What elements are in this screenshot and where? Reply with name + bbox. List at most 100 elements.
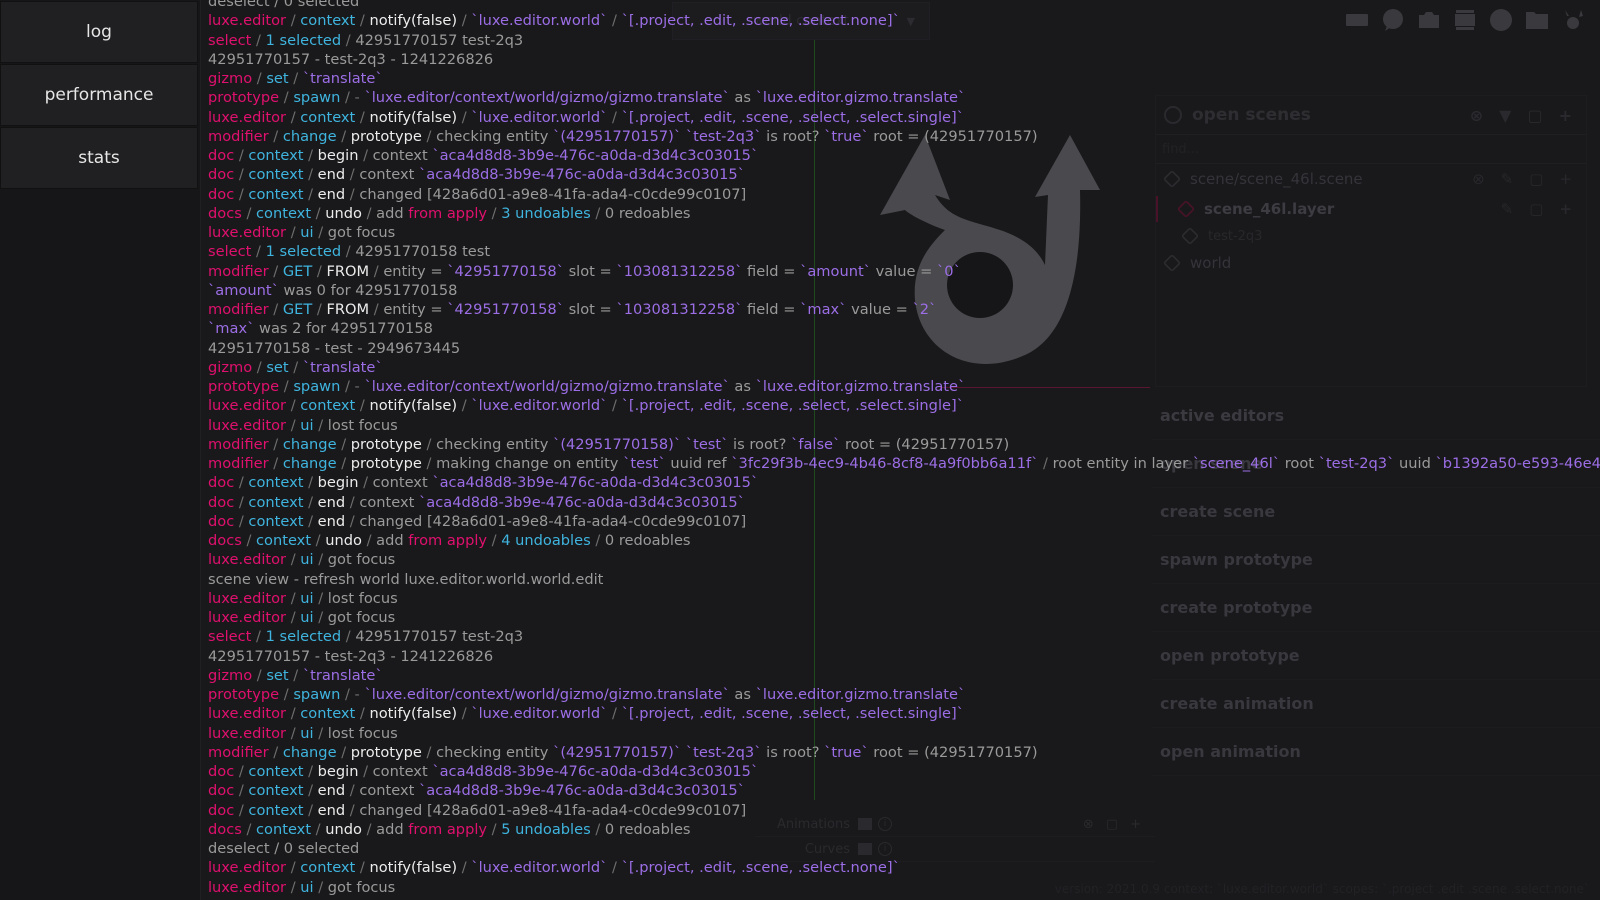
- log-separator: /: [311, 820, 326, 838]
- log-text: changed [428a6d01-a9e8-41fa-ada4-c0cde99…: [359, 185, 747, 203]
- log-separator: /: [361, 204, 377, 222]
- log-line: luxe.editor / context / notify(false) / …: [208, 396, 1600, 415]
- log-line: luxe.editor / context / notify(false) / …: [208, 108, 1600, 127]
- log-tag: luxe.editor: [208, 705, 287, 723]
- log-tag: gizmo: [208, 358, 253, 376]
- log-value: `[.project, .edit, .scene, .select.none]…: [621, 859, 900, 877]
- log-value: `aca4d8d8-3b9e-476c-a0da-d3d4c3c03015`: [432, 147, 759, 164]
- log-subsystem: spawn: [293, 686, 341, 703]
- log-tag: luxe.editor: [208, 397, 287, 415]
- log-value: `2`: [912, 301, 937, 318]
- sidebar-item-performance[interactable]: performance: [0, 64, 198, 126]
- log-separator: /: [241, 532, 257, 549]
- log-line: modifier / GET / FROM / entity = `429517…: [208, 262, 1600, 281]
- log-tag: doc: [208, 763, 235, 780]
- log-subsystem: ui: [300, 551, 314, 569]
- log-separator: /: [241, 204, 257, 222]
- log-separator: /: [421, 435, 437, 453]
- log-subsystem: change: [282, 743, 337, 761]
- log-action: notify(false): [369, 108, 458, 126]
- log-separator: /: [421, 127, 437, 145]
- log-tag: luxe.editor: [208, 878, 287, 896]
- log-subsystem: spawn: [293, 89, 341, 107]
- log-tag: luxe.editor: [208, 609, 287, 626]
- log-subsystem: context: [248, 763, 304, 780]
- log-text: value =: [846, 301, 913, 318]
- log-line: modifier / change / prototype / checking…: [208, 743, 1600, 762]
- log-text: 42951770157 test-2q3: [355, 628, 524, 646]
- log-subsystem: context: [248, 493, 304, 511]
- log-line: luxe.editor / ui / got focus: [208, 550, 1600, 569]
- log-tag: prototype: [208, 89, 280, 107]
- log-text: context: [372, 474, 433, 492]
- log-separator: /: [358, 763, 373, 780]
- log-text: entity =: [383, 301, 448, 318]
- log-separator: /: [313, 724, 328, 742]
- log-separator: /: [457, 705, 472, 723]
- log-tag: docs: [208, 204, 242, 222]
- log-value: `[.project, .edit, .scene, .select, .sel…: [621, 108, 964, 126]
- log-separator: /: [286, 224, 301, 241]
- log-line: luxe.editor / ui / got focus: [208, 223, 1600, 242]
- log-subsystem: change: [282, 435, 337, 453]
- log-text: field =: [742, 301, 801, 318]
- log-separator: /: [336, 743, 351, 761]
- log-tag: doc: [208, 185, 235, 203]
- log-separator: /: [303, 147, 318, 164]
- log-subsystem: change: [282, 127, 337, 145]
- log-subsystem: ui: [300, 609, 314, 626]
- log-separator: /: [345, 782, 360, 800]
- log-text: entity =: [383, 262, 448, 280]
- log-action: end: [317, 185, 346, 203]
- sidebar-item-log[interactable]: log: [0, 1, 198, 63]
- log-separator: /: [286, 878, 301, 896]
- log-value: `translate`: [302, 666, 383, 684]
- log-value: `(42951770157)`: [553, 743, 682, 761]
- log-text: got focus: [327, 224, 396, 241]
- log-separator: /: [279, 686, 294, 703]
- log-line: prototype / spawn / - `luxe.editor/conte…: [208, 685, 1600, 704]
- log-separator: /: [345, 512, 360, 530]
- log-text: field =: [742, 262, 801, 280]
- log-separator: /: [234, 512, 249, 530]
- log-line: modifier / GET / FROM / entity = `429517…: [208, 300, 1600, 319]
- log-text: was 0 for 42951770158: [278, 281, 458, 299]
- log-value: `3fc29f3b-4ec9-4b46-8cf8-4a9f0bb6a11f`: [731, 455, 1039, 472]
- log-subsystem: ui: [300, 589, 314, 607]
- log-action: prototype: [350, 127, 422, 145]
- log-value: `luxe.editor.world`: [471, 108, 608, 126]
- log-line: doc / context / begin / context `aca4d8d…: [208, 762, 1600, 781]
- log-line: luxe.editor / ui / lost focus: [208, 589, 1600, 608]
- sidebar-item-stats[interactable]: stats: [0, 127, 198, 189]
- log-tag: modifier: [208, 743, 269, 761]
- log-action: end: [317, 166, 346, 184]
- log-separator: /: [345, 166, 360, 184]
- log-separator: /: [303, 185, 318, 203]
- log-action: undo: [325, 204, 362, 222]
- log-subsystem: context: [248, 166, 304, 184]
- log-tag: luxe.editor: [208, 12, 287, 30]
- log-tag: modifier: [208, 301, 269, 318]
- log-value: `translate`: [302, 70, 383, 87]
- log-separator: /: [251, 31, 266, 49]
- log-separator: /: [361, 820, 377, 838]
- log-action: undo: [325, 532, 362, 549]
- log-separator: /: [303, 474, 318, 492]
- log-value: `amount`: [800, 262, 871, 280]
- log-value: `luxe.editor.world`: [471, 705, 608, 723]
- log-text: deselect / 0 selected: [208, 0, 360, 10]
- log-line: luxe.editor / ui / got focus: [208, 608, 1600, 627]
- log-separator: /: [286, 724, 301, 742]
- log-separator: /: [252, 70, 267, 87]
- log-separator: /: [607, 397, 622, 415]
- log-value: `aca4d8d8-3b9e-476c-a0da-d3d4c3c03015`: [419, 493, 745, 511]
- log-separator: /: [1038, 455, 1053, 472]
- log-separator: /: [355, 12, 370, 30]
- log-line: select / 1 selected / 42951770158 test: [208, 242, 1600, 261]
- log-text: context: [372, 147, 433, 164]
- log-value: `42951770158`: [447, 262, 564, 280]
- log-subsystem: context: [256, 820, 312, 838]
- log-separator: /: [234, 166, 249, 184]
- log-separator: /: [288, 358, 303, 376]
- log-separator: /: [252, 358, 267, 376]
